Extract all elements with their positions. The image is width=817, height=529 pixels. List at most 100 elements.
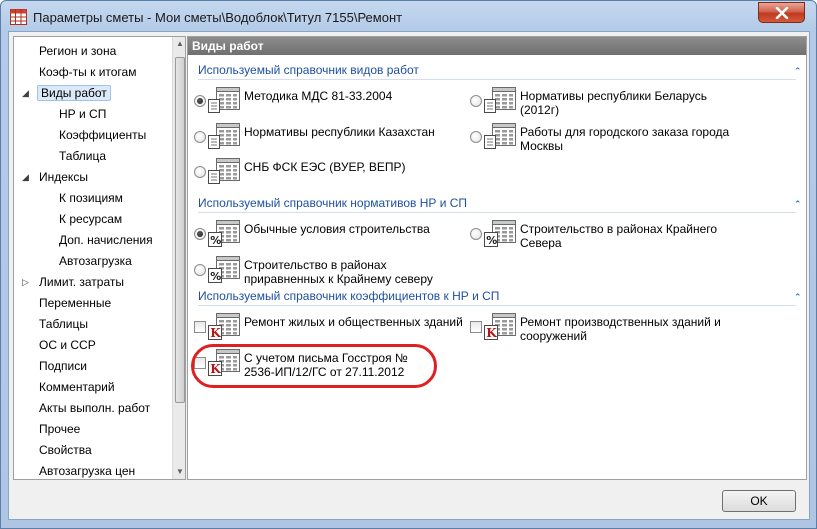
close-button[interactable] — [758, 2, 805, 23]
settings-tree[interactable]: ▲ ▼ Регион и зона Коэф-ты к итогам Виды ра… — [13, 36, 186, 480]
table-doc-icon — [208, 158, 240, 186]
tree-item[interactable]: ОС и ССР — [37, 336, 98, 354]
tree-scrollbar[interactable]: ▲ ▼ — [172, 37, 185, 479]
table-doc-icon — [484, 87, 516, 115]
work-types-panel: Виды работ Используемый справочник видов… — [187, 36, 807, 480]
option-item[interactable]: % Строительство в районах приравненных к … — [194, 256, 466, 288]
k-doc-icon: K — [484, 313, 516, 341]
title-bar[interactable]: Параметры сметы - Мои сметы\Водоблок\Тит… — [1, 1, 816, 31]
option-item[interactable]: СНБ ФСК ЕЭС (ВУЕР, ВЕПР) — [194, 158, 466, 190]
app-grid-icon — [10, 9, 27, 25]
tree-item-label: Комментарий — [39, 380, 115, 394]
table-doc-icon — [484, 123, 516, 151]
tree-item-label: НР и СП — [59, 107, 107, 121]
tree-item-label: Индексы — [39, 170, 88, 184]
tree-item[interactable]: К позициям — [57, 189, 125, 207]
tree-item-label: Коэффициенты — [59, 128, 147, 142]
expanded-arrow-icon[interactable]: ◢ — [22, 89, 31, 98]
option-item[interactable]: Работы для городского заказа города Моск… — [470, 123, 742, 155]
collapse-chevron-icon[interactable]: ⌃ — [794, 67, 804, 76]
option-label: Строительство в районах приравненных к К… — [244, 258, 433, 286]
tree-item[interactable]: К ресурсам — [57, 210, 124, 228]
option-label: Нормативы республики Казахстан — [244, 125, 435, 139]
option-item[interactable]: % Строительство в районах Крайнего Севера — [470, 220, 742, 252]
group-divider — [198, 305, 796, 306]
tree-item-label: Свойства — [39, 443, 92, 457]
collapse-chevron-icon[interactable]: ⌃ — [794, 293, 804, 302]
group-divider — [198, 212, 796, 213]
collapse-chevron-icon[interactable]: ⌃ — [794, 200, 804, 209]
tree-item-label: К позициям — [59, 191, 123, 205]
tree-item[interactable]: Свойства — [37, 441, 94, 459]
radio-button[interactable] — [470, 95, 482, 107]
tree-item-label: Виды работ — [37, 85, 111, 101]
tree-item[interactable]: Автозагрузка цен — [37, 462, 137, 479]
collapsed-arrow-icon[interactable]: ▷ — [22, 278, 31, 287]
tree-item[interactable]: Коэф-ты к итогам — [37, 63, 138, 81]
option-item[interactable]: K Ремонт жилых и общественных зданий — [194, 313, 466, 345]
group-header-title: Используемый справочник нормативов НР и … — [198, 196, 468, 210]
tree-item[interactable]: Коэффициенты — [57, 126, 148, 144]
option-item[interactable]: Нормативы республики Казахстан — [194, 123, 466, 155]
table-doc-icon — [208, 123, 240, 151]
svg-text:%: % — [210, 270, 221, 283]
option-item[interactable]: % Обычные условия строительства — [194, 220, 466, 252]
tree-item[interactable]: Таблицы — [37, 315, 90, 333]
tree-item-label: Регион и зона — [39, 44, 117, 58]
svg-text:%: % — [486, 234, 497, 247]
svg-text:K: K — [210, 326, 221, 340]
checkbox[interactable] — [470, 321, 482, 333]
scroll-up-icon[interactable]: ▲ — [173, 37, 185, 51]
radio-button[interactable] — [470, 228, 482, 240]
radio-button[interactable] — [194, 166, 206, 178]
panel-header: Виды работ — [188, 37, 806, 55]
radio-button[interactable] — [194, 264, 206, 276]
tree-item[interactable]: Виды работ — [37, 84, 111, 102]
scroll-down-icon[interactable]: ▼ — [173, 465, 185, 479]
option-label: СНБ ФСК ЕЭС (ВУЕР, ВЕПР) — [244, 160, 406, 174]
tree-item[interactable]: Автозагрузка — [57, 252, 134, 270]
tree-item[interactable]: Таблица — [57, 147, 108, 165]
percent-doc-icon: % — [484, 220, 516, 248]
option-item[interactable]: Нормативы республики Беларусь (2012г) — [470, 87, 742, 119]
option-label: Строительство в районах Крайнего Севера — [520, 222, 718, 250]
tree-item-label: Прочее — [39, 422, 81, 436]
svg-text:%: % — [210, 234, 221, 247]
option-label: Нормативы республики Беларусь (2012г) — [520, 89, 707, 117]
tree-item-label: К ресурсам — [59, 212, 123, 226]
radio-button[interactable] — [194, 131, 206, 143]
radio-button[interactable] — [194, 95, 206, 107]
option-label: Ремонт жилых и общественных зданий — [244, 315, 463, 329]
scroll-thumb[interactable] — [175, 57, 185, 403]
tree-item-label: Доп. начисления — [59, 233, 153, 247]
tree-item[interactable]: Регион и зона — [37, 42, 118, 60]
tree-item[interactable]: Подписи — [37, 357, 89, 375]
annotation-highlight-oval — [191, 344, 437, 388]
ok-button[interactable]: OK — [722, 490, 796, 512]
tree-item-label: Переменные — [39, 296, 112, 310]
group-header-title: Используемый справочник коэффициентов к … — [198, 289, 500, 303]
dialog-client-area: ▲ ▼ Регион и зона Коэф-ты к итогам Виды ра… — [8, 31, 810, 520]
option-label: Обычные условия строительства — [244, 222, 430, 236]
tree-item[interactable]: Лимит. затраты — [37, 273, 126, 291]
checkbox[interactable] — [194, 321, 206, 333]
tree-item-label: Акты выполн. работ — [39, 401, 151, 415]
radio-button[interactable] — [470, 131, 482, 143]
tree-item[interactable]: Переменные — [37, 294, 113, 312]
tree-item[interactable]: Доп. начисления — [57, 231, 155, 249]
tree-item-label: Автозагрузка — [59, 254, 132, 268]
tree-item-label: Коэф-ты к итогам — [39, 65, 137, 79]
tree-item[interactable]: Индексы — [37, 168, 90, 186]
tree-item[interactable]: Комментарий — [37, 378, 117, 396]
option-item[interactable]: K Ремонт производственных зданий и сооруж… — [470, 313, 742, 345]
tree-item-label: Лимит. затраты — [39, 275, 124, 289]
expanded-arrow-icon[interactable]: ◢ — [22, 173, 31, 182]
tree-item-label: Автозагрузка цен — [39, 464, 136, 478]
table-doc-icon — [208, 87, 240, 115]
option-item[interactable]: Методика МДС 81-33.2004 — [194, 87, 466, 119]
tree-item[interactable]: Прочее — [37, 420, 82, 438]
tree-item[interactable]: НР и СП — [57, 105, 108, 123]
tree-item[interactable]: Акты выполн. работ — [37, 399, 152, 417]
dialog-window: Параметры сметы - Мои сметы\Водоблок\Тит… — [0, 0, 817, 529]
radio-button[interactable] — [194, 228, 206, 240]
